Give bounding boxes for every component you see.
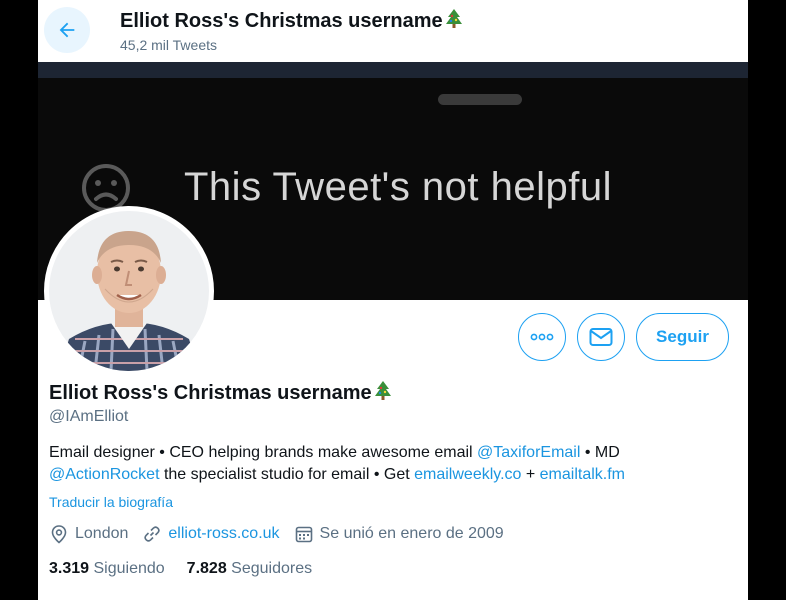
christmas-tree-icon (374, 381, 391, 400)
bio-url-link[interactable]: emailtalk.fm (540, 466, 625, 483)
profile-handle: @IAmElliot (49, 408, 129, 425)
header-title: Elliot Ross's Christmas username (120, 8, 463, 33)
website: elliot-ross.co.uk (142, 524, 280, 544)
location-pin-icon (51, 525, 67, 544)
banner-text: This Tweet's not helpful (184, 165, 613, 209)
christmas-tree-icon (445, 9, 462, 28)
location: London (49, 524, 128, 544)
more-options-button[interactable] (518, 313, 566, 361)
bio-url-link[interactable]: emailweekly.co (414, 466, 521, 483)
translate-bio-link[interactable]: Traducir la biografía (49, 494, 173, 510)
followers-link[interactable]: 7.828 Seguidores (187, 560, 312, 578)
envelope-icon (589, 328, 613, 346)
banner-top-strip (38, 62, 748, 78)
profile-name: Elliot Ross's Christmas username (49, 380, 392, 405)
calendar-icon (295, 526, 312, 543)
tweet-count: 45,2 mil Tweets (120, 37, 218, 53)
avatar[interactable] (44, 206, 214, 376)
join-date: Se unió en enero de 2009 (294, 524, 504, 544)
avatar-photo (49, 211, 209, 371)
message-button[interactable] (577, 313, 625, 361)
profile-meta: London elliot-ross.co.uk Se unió en ener… (49, 524, 518, 544)
profile-header: Elliot Ross's Christmas username 45,2 mi… (38, 0, 748, 62)
profile-bio: Email designer • CEO helping brands make… (49, 444, 626, 483)
banner-pill (438, 94, 522, 105)
profile-page: Elliot Ross's Christmas username 45,2 mi… (38, 0, 748, 600)
follow-button[interactable]: Seguir (636, 313, 729, 361)
website-link[interactable]: elliot-ross.co.uk (168, 525, 279, 543)
link-icon (144, 526, 161, 542)
more-horizontal-icon (530, 333, 554, 341)
following-link[interactable]: 3.319 Siguiendo (49, 560, 165, 578)
arrow-left-icon (59, 22, 75, 38)
mention-link[interactable]: @TaxiforEmail (477, 444, 580, 461)
profile-stats: 3.319 Siguiendo 7.828 Seguidores (49, 560, 334, 578)
mention-link[interactable]: @ActionRocket (49, 466, 160, 483)
back-button[interactable] (44, 7, 90, 53)
